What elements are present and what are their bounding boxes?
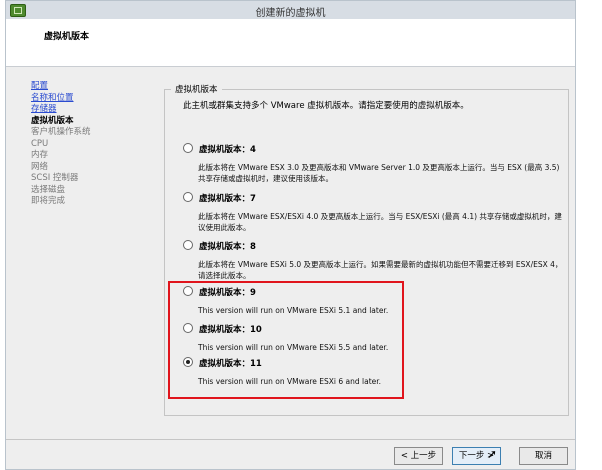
sidebar-item-name-location[interactable]: 名称和位置 bbox=[31, 93, 141, 105]
group-title: 虚拟机版本 bbox=[171, 83, 222, 95]
option-version-8[interactable]: 虚拟机版本：8 bbox=[183, 240, 256, 252]
sidebar-item-vm-version: 虚拟机版本 bbox=[31, 115, 74, 126]
group-description: 此主机或群集支持多个 VMware 虚拟机版本。请指定要使用的虚拟机版本。 bbox=[183, 101, 469, 111]
radio-version-4[interactable] bbox=[183, 143, 193, 153]
sidebar-item-network: 网络 bbox=[31, 161, 49, 172]
sidebar-item-cpu: CPU bbox=[31, 138, 49, 149]
wizard-window: 创建新的虚拟机 虚拟机版本 配置 名称和位置 存储器 虚拟机版本 客户机操作系统… bbox=[5, 0, 576, 470]
sidebar-item-select-disk: 选择磁盘 bbox=[31, 184, 66, 195]
sidebar-item-config[interactable]: 配置 bbox=[31, 81, 141, 93]
sidebar-item-guest-os: 客户机操作系统 bbox=[31, 127, 91, 137]
radio-version-7[interactable] bbox=[183, 192, 193, 202]
option-description: 此版本将在 VMware ESX 3.0 及更高版本和 VMware Serve… bbox=[198, 163, 560, 183]
option-label: 虚拟机版本：8 bbox=[199, 242, 256, 252]
wizard-steps-sidebar: 配置 名称和位置 存储器 虚拟机版本 客户机操作系统 CPU 内存 网络 SCS… bbox=[31, 81, 141, 208]
sidebar-item-memory: 内存 bbox=[31, 150, 49, 160]
window-title: 创建新的虚拟机 bbox=[255, 8, 326, 19]
option-label: 虚拟机版本：7 bbox=[199, 194, 256, 204]
wizard-header: 虚拟机版本 bbox=[6, 19, 575, 67]
page-title: 虚拟机版本 bbox=[44, 32, 90, 42]
footer-divider bbox=[6, 439, 575, 440]
sidebar-item-ready-to-complete: 即将完成 bbox=[31, 196, 66, 206]
title-bar: 创建新的虚拟机 bbox=[6, 1, 575, 20]
wizard-body: 配置 名称和位置 存储器 虚拟机版本 客户机操作系统 CPU 内存 网络 SCS… bbox=[6, 67, 575, 469]
cancel-button[interactable]: 取消 bbox=[519, 447, 568, 465]
option-description: 此版本将在 VMware ESXi 5.0 及更高版本上运行。如果需要最新的虚拟… bbox=[198, 260, 563, 280]
option-label: 虚拟机版本：4 bbox=[199, 145, 256, 155]
sidebar-item-storage[interactable]: 存储器 bbox=[31, 104, 141, 116]
option-version-7[interactable]: 虚拟机版本：7 bbox=[183, 192, 256, 204]
option-description: 此版本将在 VMware ESX/ESXi 4.0 及更高版本上运行。当与 ES… bbox=[198, 212, 562, 232]
back-button[interactable]: < 上一步 bbox=[394, 447, 443, 465]
sidebar-item-scsi-controller: SCSI 控制器 bbox=[31, 173, 79, 183]
red-highlight-box bbox=[168, 281, 404, 399]
radio-version-8[interactable] bbox=[183, 240, 193, 250]
option-version-4[interactable]: 虚拟机版本：4 bbox=[183, 143, 256, 155]
mouse-pointer-icon: ➚ bbox=[487, 447, 498, 461]
